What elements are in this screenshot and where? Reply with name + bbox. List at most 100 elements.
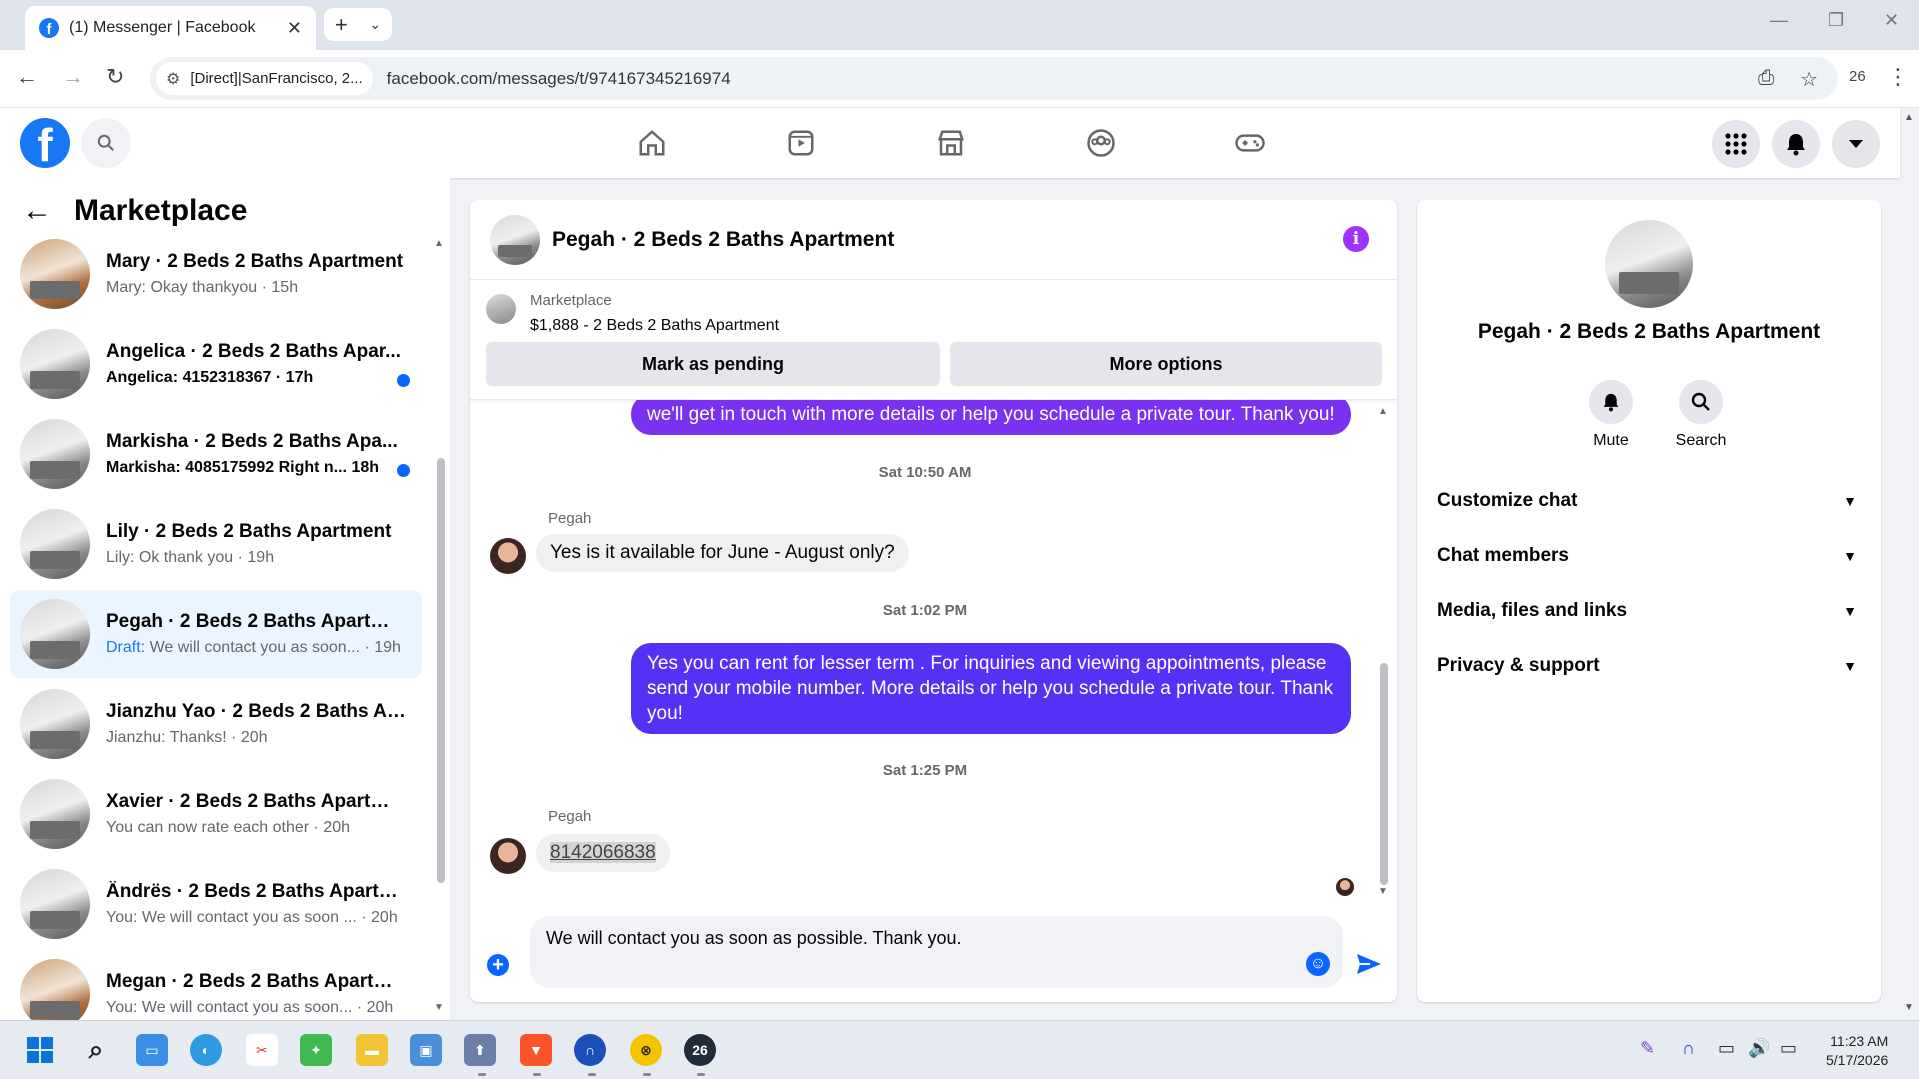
sender-avatar[interactable] — [490, 538, 526, 574]
new-tab-group: + ⌄ — [324, 8, 392, 41]
search-in-chat-button[interactable]: Search — [1661, 380, 1741, 450]
taskbar-app-2-icon[interactable]: ✦ — [300, 1034, 332, 1066]
listing-title[interactable]: $1,888 - 2 Beds 2 Baths Apartment — [530, 317, 779, 335]
timestamp: Sat 1:02 PM — [882, 602, 968, 619]
list-scroll-up-icon[interactable]: ▲ — [434, 238, 444, 249]
chat-avatar[interactable] — [490, 214, 540, 265]
taskbar-folder-icon[interactable]: ▬ — [356, 1034, 388, 1066]
taskbar-app-6-icon[interactable]: ⊗ — [630, 1034, 662, 1066]
close-window-icon[interactable]: ✕ — [1884, 10, 1899, 31]
extension-badge[interactable]: 26 — [1849, 68, 1866, 85]
taskbar-app-5-icon[interactable]: ∩ — [574, 1034, 606, 1066]
marketplace-icon[interactable] — [933, 125, 969, 161]
video-icon[interactable] — [783, 125, 819, 161]
windows-start-icon[interactable] — [24, 1034, 56, 1066]
back-icon[interactable]: ← — [16, 64, 38, 90]
bookmark-star-icon[interactable]: ☆ — [1800, 67, 1818, 92]
gaming-icon[interactable] — [1232, 125, 1268, 161]
more-options-button[interactable]: More options — [950, 342, 1382, 386]
profile-name: Pegah · 2 Beds 2 Baths Apartment — [1477, 320, 1821, 343]
plus-icon[interactable]: + — [487, 954, 509, 976]
forward-icon[interactable]: → — [62, 64, 84, 90]
timestamp: Sat 1:25 PM — [882, 762, 968, 779]
install-app-icon[interactable]: ⎙ — [1758, 67, 1774, 92]
taskbar-app-1-icon[interactable]: ▭ — [136, 1034, 168, 1066]
info-icon[interactable]: i — [1343, 226, 1369, 252]
taskbar-snipping-icon[interactable]: ✂ — [246, 1034, 278, 1066]
menu-grid-button[interactable] — [1712, 120, 1760, 168]
privacy-support-row[interactable]: Privacy & support ▼ — [1437, 655, 1857, 677]
list-scrollbar[interactable] — [437, 458, 445, 883]
conversation-lily[interactable]: Lily · 2 Beds 2 Baths Apartment Lily: Ok … — [10, 500, 422, 588]
avatar — [20, 599, 90, 669]
listing-thumbnail[interactable] — [486, 294, 516, 324]
message-input[interactable]: We will contact you as soon as possible.… — [530, 916, 1343, 988]
profile-avatar[interactable] — [1605, 220, 1693, 308]
sender-avatar[interactable] — [490, 838, 526, 874]
draft-preview: We will contact you as soon... · 19h — [145, 639, 401, 656]
browser-menu-icon[interactable]: ⋮ — [1887, 64, 1909, 90]
conversation-angelica[interactable]: Angelica · 2 Beds 2 Baths Apar... Angelic… — [10, 320, 422, 408]
outgoing-message: we'll get in touch with more details or … — [631, 400, 1351, 435]
system-clock[interactable]: 11:23 AM 5/17/2026 — [1826, 1032, 1888, 1070]
clock-date: 5/17/2026 — [1826, 1052, 1889, 1068]
minimize-icon[interactable]: — — [1770, 10, 1788, 31]
taskbar-brave-icon[interactable]: ▼ — [520, 1034, 552, 1066]
pen-tray-icon[interactable]: ✎ — [1640, 1038, 1655, 1059]
address-bar[interactable]: ⚙ [Direct]|SanFrancisco, 2... facebook.c… — [150, 57, 1838, 100]
browser-tab[interactable]: f (1) Messenger | Facebook ✕ — [25, 6, 316, 50]
groups-icon[interactable] — [1083, 125, 1119, 161]
home-icon[interactable] — [634, 125, 670, 161]
notifications-button[interactable] — [1772, 120, 1820, 168]
conversation-xavier[interactable]: Xavier · 2 Beds 2 Baths Apartment You can… — [10, 770, 422, 858]
phone-number-text[interactable]: 8142066838 — [550, 842, 656, 863]
new-tab-icon[interactable]: + — [335, 12, 348, 38]
taskbar-app-badge-icon[interactable]: 26 — [684, 1034, 716, 1066]
taskbar-search-icon[interactable]: ⌕ — [80, 1034, 112, 1066]
network-tray-icon[interactable]: ▭ — [1718, 1038, 1735, 1059]
close-tab-icon[interactable]: ✕ — [287, 18, 302, 39]
media-files-links-row[interactable]: Media, files and links ▼ — [1437, 600, 1857, 622]
send-icon[interactable] — [1356, 952, 1382, 976]
section-label: Chat members — [1437, 545, 1569, 566]
conversation-andres[interactable]: Ändrës · 2 Beds 2 Baths Apartm... You: We… — [10, 860, 422, 948]
page-scroll-up-icon[interactable]: ▲ — [1904, 112, 1914, 123]
taskbar-app-4-icon[interactable]: ⬆ — [464, 1034, 496, 1066]
conversation-mary[interactable]: Mary · 2 Beds 2 Baths Apartment Mary: Oka… — [10, 230, 422, 318]
page-scroll-down-icon[interactable]: ▼ — [1904, 1002, 1914, 1013]
conversation-list-panel: ← Marketplace ▲ Mary · 2 Beds 2 Baths Ap… — [0, 178, 450, 1020]
chat-members-row[interactable]: Chat members ▼ — [1437, 545, 1857, 567]
tab-search-icon[interactable]: ⌄ — [369, 16, 381, 33]
reload-icon[interactable]: ↻ — [106, 64, 124, 90]
site-info-chip[interactable]: ⚙ [Direct]|SanFrancisco, 2... — [156, 62, 373, 95]
conversation-megan[interactable]: Megan · 2 Beds 2 Baths Apartm... You: We … — [10, 950, 422, 1020]
conversation-pegah[interactable]: Pegah · 2 Beds 2 Baths Apartment Draft: W… — [10, 590, 422, 678]
volume-tray-icon[interactable]: 🔊 — [1748, 1038, 1770, 1059]
chat-info-panel: Pegah · 2 Beds 2 Baths Apartment Mute Se… — [1417, 200, 1881, 1002]
taskbar-browser-icon[interactable]: ◐ — [190, 1034, 222, 1066]
thread-scroll-down-icon[interactable]: ▼ — [1378, 886, 1388, 897]
timestamp: Sat 10:50 AM — [878, 464, 972, 481]
list-scroll-down-icon[interactable]: ▼ — [434, 1002, 444, 1013]
back-arrow-icon[interactable]: ← — [22, 194, 52, 228]
conversation-preview: Markisha: 4085175992 Right n... 18h — [106, 459, 380, 476]
facebook-search-button[interactable] — [81, 118, 131, 168]
emoji-icon[interactable]: ☺ — [1306, 952, 1330, 976]
avatar — [20, 779, 90, 849]
thread-scrollbar[interactable] — [1380, 663, 1388, 885]
chat-title[interactable]: Pegah · 2 Beds 2 Baths Apartment — [552, 228, 894, 252]
avatar — [20, 869, 90, 939]
account-button[interactable] — [1832, 120, 1880, 168]
conversation-jianzhu[interactable]: Jianzhu Yao · 2 Beds 2 Baths Ap... Jianzh… — [10, 680, 422, 768]
vpn-tray-icon[interactable]: ∩ — [1682, 1038, 1695, 1059]
mark-pending-button[interactable]: Mark as pending — [486, 342, 940, 386]
mute-button[interactable]: Mute — [1571, 380, 1651, 450]
taskbar-app-3-icon[interactable]: ▣ — [410, 1034, 442, 1066]
url-text[interactable]: facebook.com/messages/t/974167345216974 — [387, 69, 731, 89]
customize-chat-row[interactable]: Customize chat ▼ — [1437, 490, 1857, 512]
conversation-markisha[interactable]: Markisha · 2 Beds 2 Baths Apa... Markisha… — [10, 410, 422, 498]
battery-tray-icon[interactable]: ▭ — [1780, 1038, 1797, 1059]
facebook-logo-icon[interactable]: f — [20, 118, 70, 168]
restore-icon[interactable]: ❐ — [1828, 10, 1844, 31]
thread-scroll-up-icon[interactable]: ▲ — [1378, 406, 1388, 417]
